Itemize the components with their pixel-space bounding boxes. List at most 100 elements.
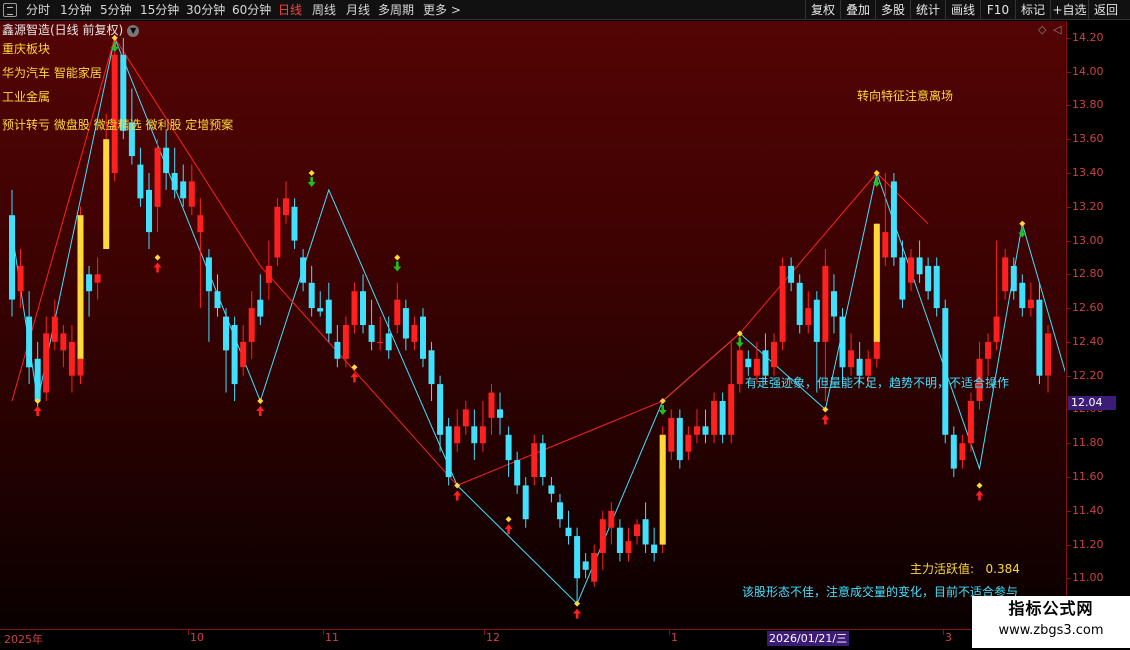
side-panel-edge <box>1118 21 1130 629</box>
candle-body <box>360 291 366 325</box>
btn-multi-stock[interactable]: 多股 <box>875 0 910 20</box>
turn-point-diamond <box>308 170 315 176</box>
price-tick <box>1067 443 1071 444</box>
date-axis: 2025年 10 11 12 1 2026/01/21/三 3 <box>0 629 1065 646</box>
candle-body <box>668 417 675 452</box>
btn-back[interactable]: 返回 <box>1088 0 1123 20</box>
candle-body <box>813 299 820 342</box>
candle-body <box>1027 299 1034 309</box>
candle-body <box>950 434 957 469</box>
btn-statistics[interactable]: 统计 <box>910 0 945 20</box>
candle-body <box>445 426 452 477</box>
tab-more[interactable]: 更多 > <box>423 0 461 20</box>
price-tick <box>1067 173 1071 174</box>
price-tick <box>1067 308 1071 309</box>
date-label: 12 <box>486 631 500 644</box>
candle-body <box>385 333 392 351</box>
candle-body <box>257 299 264 317</box>
candle-body <box>565 527 572 537</box>
candle-body <box>188 181 195 207</box>
tab-30min[interactable]: 30分钟 <box>186 0 225 20</box>
collapse-icon[interactable]: ◁ <box>1053 23 1061 36</box>
candle-body <box>51 316 58 342</box>
tab-multi-period[interactable]: 多周期 <box>378 0 414 20</box>
sector-label-4: 预计转亏 微盘股 微盘精选 微利股 定增预案 <box>2 118 234 132</box>
buy-arrow-icon <box>573 608 582 619</box>
price-tick <box>1067 241 1071 242</box>
price-tick <box>1067 376 1071 377</box>
tab-daily[interactable]: 日线 <box>278 0 302 20</box>
candle-body <box>831 291 837 317</box>
tab-5min[interactable]: 5分钟 <box>100 0 132 20</box>
candle-body <box>651 544 658 553</box>
candle-body <box>17 265 24 292</box>
tab-weekly[interactable]: 周线 <box>312 0 336 20</box>
price-tick-label: 14.20 <box>1072 31 1104 44</box>
price-tick-label: 13.00 <box>1072 234 1104 247</box>
turn-point-diamond <box>1019 220 1026 227</box>
menu-icon[interactable] <box>3 3 17 17</box>
price-tick-label: 11.40 <box>1072 504 1104 517</box>
sell-arrow-icon <box>1018 227 1027 238</box>
signal-text: 转向特征注意离场 <box>857 89 954 103</box>
candle-body <box>531 443 538 477</box>
candle-body <box>711 401 718 435</box>
candle-body <box>625 541 632 553</box>
site-watermark: 指标公式网 www.zbgs3.com <box>972 596 1130 648</box>
btn-overlay[interactable]: 叠加 <box>840 0 875 20</box>
sell-arrow-icon <box>307 177 316 187</box>
candle-body <box>497 409 503 418</box>
candle-body <box>719 401 726 435</box>
btn-mark[interactable]: 标记 <box>1015 0 1050 20</box>
chevron-down-icon[interactable]: ▼ <box>127 24 140 37</box>
candle-body <box>231 325 238 385</box>
candle-body <box>146 189 152 233</box>
btn-add-watchlist[interactable]: +自选 <box>1050 0 1088 20</box>
candle-body <box>488 392 495 418</box>
candle-body <box>539 443 546 477</box>
candle-body <box>420 316 426 359</box>
turn-point-diamond <box>154 254 161 261</box>
turn-point-diamond <box>505 516 512 523</box>
btn-fuquan[interactable]: 复权 <box>805 0 840 20</box>
candle-body <box>557 502 563 520</box>
diamond-icon[interactable]: ◇ <box>1038 23 1046 36</box>
candle-body <box>959 443 966 461</box>
tab-monthly[interactable]: 月线 <box>346 0 370 20</box>
tab-1min[interactable]: 1分钟 <box>60 0 92 20</box>
activity-label: 主力活跃值: 0.384 <box>910 560 1020 577</box>
period-toolbar: 分时 1分钟 5分钟 15分钟 30分钟 60分钟 日线 周线 月线 多周期 更… <box>0 0 1130 20</box>
candle-body <box>394 299 401 325</box>
watermark-url: www.zbgs3.com <box>998 623 1104 638</box>
date-label: 2025年 <box>4 633 43 646</box>
candle-body <box>642 519 649 545</box>
candle-body <box>702 426 709 435</box>
date-label: 11 <box>325 631 339 644</box>
candle-body <box>762 350 769 376</box>
candle-body <box>779 265 786 342</box>
candle-body <box>916 257 923 275</box>
turn-point-diamond <box>976 482 983 489</box>
candlestick-chart[interactable] <box>0 21 1065 629</box>
chart-panel[interactable]: 鑫源智造(日线 前复权) ▼ ◇ ◁ 重庆板块 华为汽车 智能家居 工业金属 预计… <box>0 21 1065 629</box>
btn-draw-line[interactable]: 画线 <box>945 0 980 20</box>
candle-body <box>1010 265 1017 292</box>
candle-body <box>9 215 15 300</box>
date-tick <box>188 630 189 635</box>
tab-15min[interactable]: 15分钟 <box>140 0 179 20</box>
date-tick <box>484 630 485 635</box>
candle-body <box>608 510 615 528</box>
candle-body <box>1045 333 1051 376</box>
candle-body <box>933 265 940 309</box>
tab-fenshi[interactable]: 分时 <box>26 0 50 20</box>
candle-body <box>745 358 752 368</box>
price-tick <box>1067 545 1071 546</box>
tab-60min[interactable]: 60分钟 <box>232 0 271 20</box>
candle-body <box>308 282 315 309</box>
sector-label-1: 重庆板块 <box>2 42 51 56</box>
btn-f10[interactable]: F10 <box>980 0 1015 20</box>
candle-body <box>34 358 41 401</box>
chart-title-text: 鑫源智造(日线 前复权) <box>2 23 124 37</box>
candle-body <box>582 561 589 570</box>
candle-body <box>796 282 803 325</box>
